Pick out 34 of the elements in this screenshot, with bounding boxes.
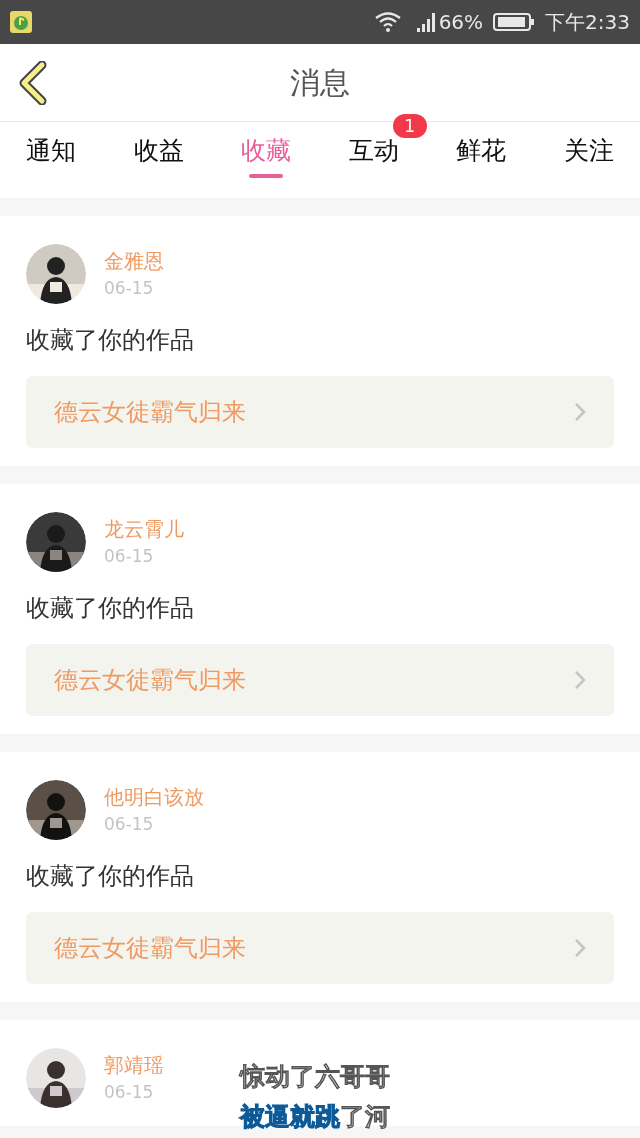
- user-name[interactable]: 龙云霄儿: [104, 515, 184, 543]
- tab[interactable]: 收藏: [241, 122, 292, 198]
- battery-icon: [493, 12, 536, 32]
- user-name[interactable]: 他明白该放: [104, 783, 204, 811]
- work-link[interactable]: 德云女徒霸气归来: [26, 644, 614, 716]
- work-link[interactable]: 德云女徒霸气归来: [26, 912, 614, 984]
- chevron-right-icon: [574, 402, 586, 422]
- chevron-right-icon: [574, 670, 586, 690]
- message-date: 06-15: [104, 813, 155, 836]
- wifi-icon: [374, 12, 401, 32]
- message-text: 收藏了你的作品: [26, 593, 195, 624]
- message-date: 06-15: [104, 545, 155, 568]
- clock: 下午2:33: [545, 9, 630, 36]
- tab[interactable]: 收益: [133, 122, 184, 198]
- chevron-right-icon: [574, 938, 586, 958]
- tab[interactable]: 关注: [563, 122, 614, 198]
- user-name[interactable]: 金雅恩: [104, 247, 164, 275]
- lyric-sung-text: 被逼就跳: [240, 1102, 340, 1132]
- tab[interactable]: 鲜花: [456, 122, 507, 198]
- music-app-icon: [10, 11, 32, 33]
- count-badge: 1: [392, 114, 427, 138]
- work-link[interactable]: 德云女徒霸气归来: [26, 376, 614, 448]
- battery-percent: 66%: [438, 9, 484, 36]
- back-icon: [18, 61, 48, 105]
- message-text: 收藏了你的作品: [26, 325, 195, 356]
- lyric-line: 了河: [340, 1102, 390, 1132]
- message-text: 收藏了你的作品: [26, 861, 195, 892]
- tab[interactable]: 通知: [26, 122, 76, 198]
- page-title: 消息: [290, 64, 350, 102]
- user-name[interactable]: 郭靖瑶: [104, 1051, 164, 1079]
- message-date: 06-15: [104, 277, 155, 300]
- signal-icon: [416, 12, 435, 32]
- lyric-line: 惊动了六哥哥: [240, 1062, 390, 1092]
- message-date: 06-15: [104, 1081, 155, 1104]
